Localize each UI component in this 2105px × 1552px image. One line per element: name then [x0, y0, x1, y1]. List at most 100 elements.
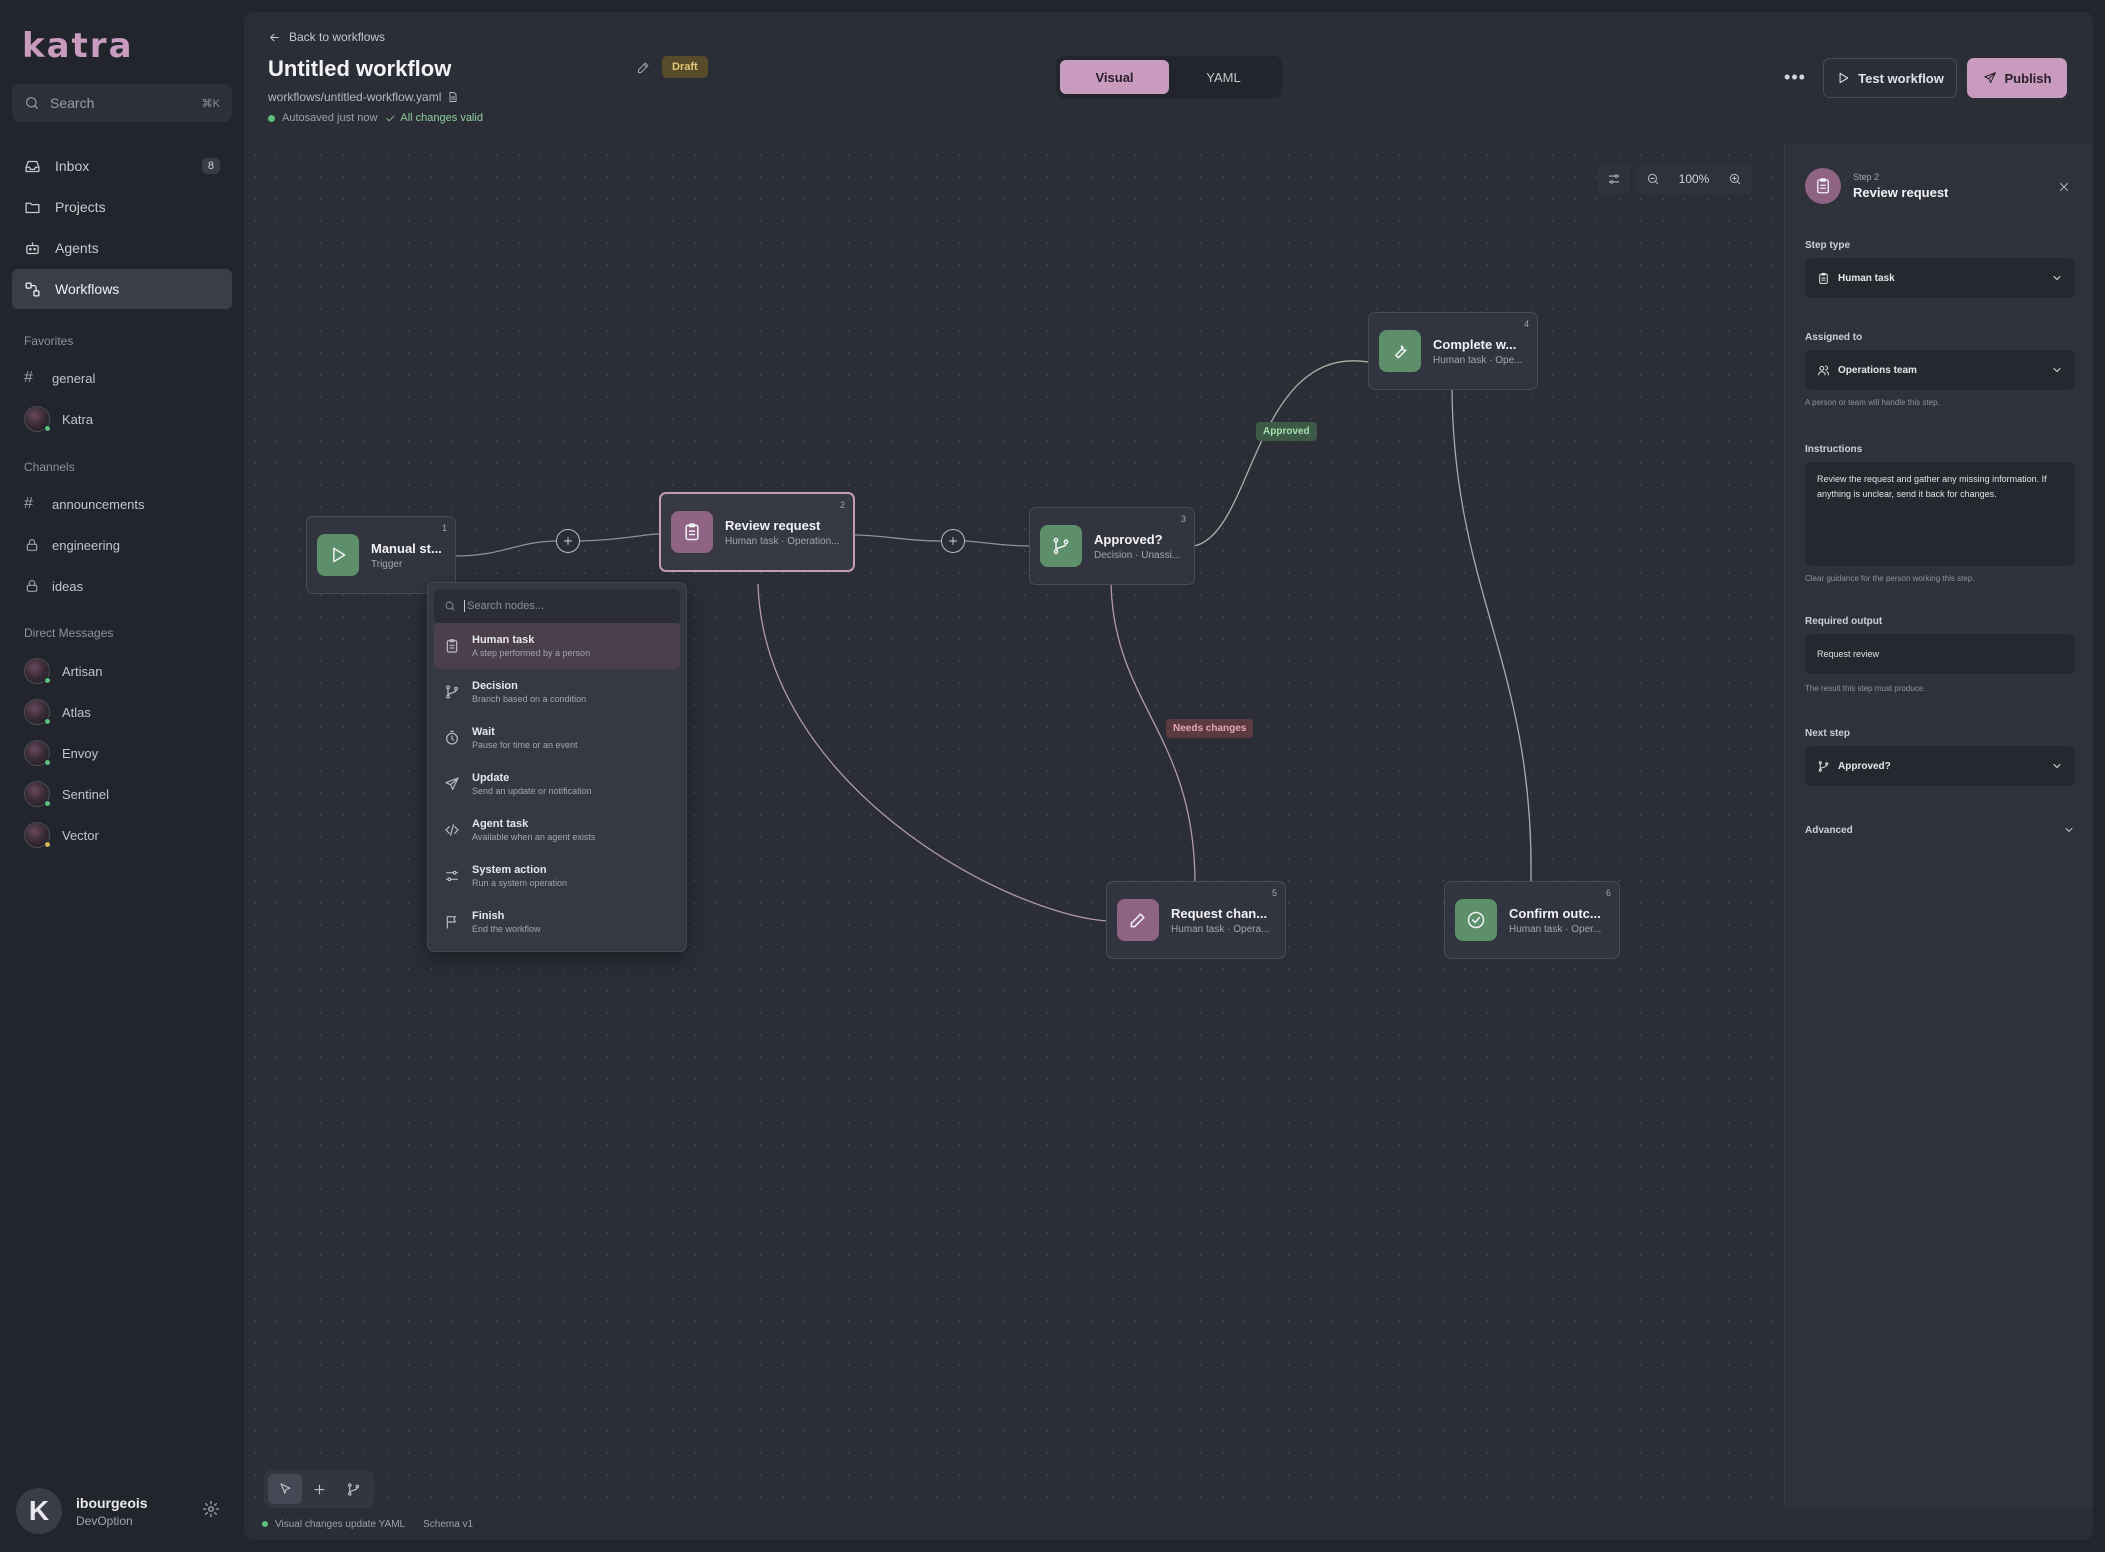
instructions-help: Clear guidance for the person working th…	[1805, 574, 1975, 583]
plus-icon	[564, 537, 572, 545]
play-icon	[1839, 72, 1849, 84]
tab-yaml[interactable]: YAML	[1169, 60, 1278, 94]
chevron-down-icon	[2053, 276, 2061, 280]
palette-item-desc: Run a system operation	[472, 878, 568, 888]
dm-envoy[interactable]: Envoy	[24, 738, 98, 768]
sidebar-item-agents[interactable]: Agents	[12, 228, 232, 268]
palette-item-agent-task[interactable]: Agent task Available when an agent exists	[434, 807, 680, 853]
save-status: Autosaved just now All changes valid	[268, 112, 483, 124]
more-options-button[interactable]: •••	[1776, 58, 1814, 96]
palette-item-human-task[interactable]: Human task A step performed by a person	[434, 623, 680, 669]
sidebar-item-inbox[interactable]: Inbox 8	[12, 146, 232, 186]
step-type-select[interactable]: Human task	[1805, 258, 2075, 298]
cursor-icon	[280, 1482, 290, 1494]
file-path: workflows/untitled-workflow.yaml	[268, 90, 459, 104]
timer-icon	[446, 730, 458, 745]
tab-visual[interactable]: Visual	[1060, 60, 1169, 94]
favorite-general[interactable]: # general	[24, 363, 95, 393]
gear-icon[interactable]	[202, 1500, 220, 1518]
inspector-step-number: Step 2	[1853, 172, 1880, 182]
sliders-icon	[446, 870, 458, 882]
edge-4-6	[1451, 389, 1532, 882]
pencil-icon[interactable]	[636, 60, 651, 75]
select-tool-button[interactable]	[268, 1474, 302, 1504]
inbox-count-badge: 8	[201, 158, 220, 174]
back-to-workflows-link[interactable]: Back to workflows	[268, 30, 385, 44]
zoom-in-button[interactable]	[1722, 164, 1748, 194]
validity-text: All changes valid	[400, 112, 483, 124]
user-org: DevOption	[76, 1513, 133, 1528]
fit-view-button[interactable]	[1598, 164, 1630, 194]
add-node-tool-button[interactable]	[302, 1474, 336, 1504]
avatar	[24, 740, 51, 766]
node-subtitle: Trigger	[371, 558, 403, 570]
dm-artisan[interactable]: Artisan	[24, 656, 102, 686]
advanced-section-toggle[interactable]: Advanced	[1805, 824, 2075, 836]
add-step-button[interactable]	[556, 529, 580, 553]
palette-item-desc: Branch based on a condition	[472, 694, 587, 704]
branch-icon	[347, 1482, 359, 1496]
palette-search-input[interactable]: Search nodes...	[434, 589, 680, 623]
node-confirm-outcome[interactable]: Confirm outc... Human task · Oper... 6	[1444, 881, 1620, 959]
zoom-out-icon	[1647, 173, 1659, 185]
node-request-changes[interactable]: Request chan... Human task · Opera... 5	[1106, 881, 1286, 959]
file-icon[interactable]	[447, 91, 459, 103]
required-output-input[interactable]: Request review	[1805, 634, 2075, 674]
sync-status-text: Visual changes update YAML	[275, 1518, 406, 1530]
required-output-label: Required output	[1805, 616, 1883, 627]
chevron-down-icon	[2053, 764, 2061, 768]
avatar	[24, 822, 51, 848]
play-icon	[317, 534, 359, 576]
dm-vector[interactable]: Vector	[24, 820, 99, 850]
node-complete-work[interactable]: Complete w... Human task · Ope... 4	[1368, 312, 1538, 390]
node-approved-decision[interactable]: Approved? Decision · Unassi... 3	[1029, 507, 1195, 585]
palette-item-desc: Pause for time or an event	[472, 740, 578, 750]
palette-item-wait[interactable]: Wait Pause for time or an event	[434, 715, 680, 761]
zoom-out-button[interactable]	[1640, 164, 1666, 194]
channel-engineering[interactable]: engineering	[24, 530, 120, 560]
sidebar-item-label: Workflows	[55, 281, 120, 297]
autosave-text: Autosaved just now	[282, 112, 378, 124]
test-workflow-button[interactable]: Test workflow	[1823, 58, 1957, 98]
sidebar-item-projects[interactable]: Projects	[12, 187, 232, 227]
palette-item-finish[interactable]: Finish End the workflow	[434, 899, 680, 945]
add-step-button[interactable]	[941, 529, 965, 553]
publish-button[interactable]: Publish	[1967, 58, 2067, 98]
code-icon	[445, 824, 459, 836]
node-number: 3	[1180, 514, 1186, 524]
lock-icon	[24, 578, 40, 594]
connect-tool-button[interactable]	[336, 1474, 370, 1504]
dm-sentinel[interactable]: Sentinel	[24, 779, 109, 809]
palette-item-desc: Send an update or notification	[472, 786, 592, 796]
user-card[interactable]: K ibourgeois DevOption	[16, 1488, 148, 1534]
dm-atlas[interactable]: Atlas	[24, 697, 91, 727]
sidebar-search[interactable]: Search ⌘K	[12, 84, 232, 122]
channel-announcements[interactable]: # announcements	[24, 489, 145, 519]
katra-logo[interactable]: katra	[22, 26, 134, 66]
edge-2-5	[757, 583, 1109, 922]
zoom-level: 100%	[1678, 172, 1710, 186]
flag-icon	[446, 916, 456, 929]
palette-item-system-action[interactable]: System action Run a system operation	[434, 853, 680, 899]
palette-item-update[interactable]: Update Send an update or notification	[434, 761, 680, 807]
instructions-textarea[interactable]: Review the request and gather any missin…	[1805, 462, 2075, 566]
channel-ideas[interactable]: ideas	[24, 571, 83, 601]
workflow-editor: Back to workflows Untitled workflow Draf…	[244, 12, 2093, 1540]
assigned-to-select[interactable]: Operations team	[1805, 350, 2075, 390]
palette-item-desc: Available when an agent exists	[472, 832, 596, 842]
next-step-select[interactable]: Approved?	[1805, 746, 2075, 786]
node-review-request[interactable]: Review request Human task · Operation...…	[659, 492, 855, 572]
editor-header: Back to workflows Untitled workflow Draf…	[244, 12, 2093, 144]
favorite-katra[interactable]: Katra	[24, 404, 93, 434]
palette-item-name: Agent task	[472, 818, 529, 830]
palette-item-decision[interactable]: Decision Branch based on a condition	[434, 669, 680, 715]
node-title: Manual st...	[371, 540, 442, 556]
clipboard-icon	[671, 511, 713, 553]
workflow-canvas[interactable]: 100% Manual st... Trigger 1 Review reque…	[244, 144, 1784, 1508]
close-icon[interactable]	[2057, 180, 2071, 194]
check-icon	[386, 114, 395, 121]
branch-icon	[1040, 525, 1082, 567]
sidebar-item-workflows[interactable]: Workflows	[12, 269, 232, 309]
canvas-toolbar	[264, 1470, 374, 1508]
assigned-to-value: Operations team	[1838, 364, 1917, 376]
